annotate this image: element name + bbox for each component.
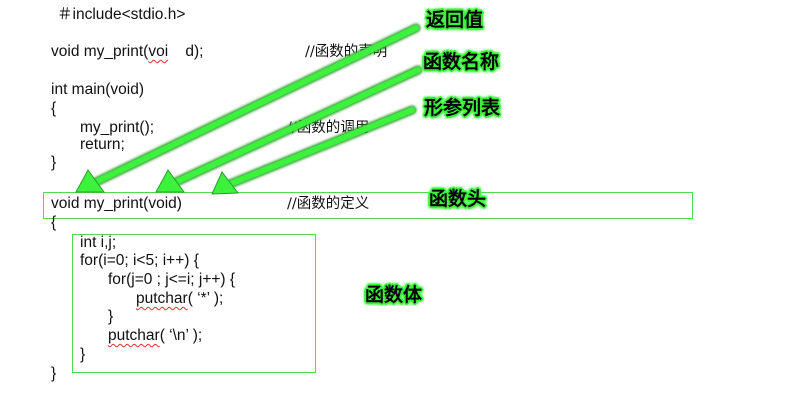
putchar-star-fn: putchar — [136, 290, 188, 307]
main-close-brace: } — [51, 154, 57, 171]
putchar-newline-fn: putchar — [108, 327, 160, 344]
include-line: ＃include<stdio.h> — [57, 6, 186, 23]
return-value-label: 返回值 — [426, 9, 484, 31]
main-signature: int main(void) — [51, 81, 145, 98]
putchar-star-args: ( ‘*’ ); — [187, 290, 224, 307]
slide-canvas: ＃include<stdio.h> void my_print(voi d); … — [0, 0, 799, 400]
declaration-line: void my_print(voi d); — [51, 43, 204, 61]
definition-open-brace: { — [51, 214, 57, 231]
function-name-label: 函数名称 — [423, 51, 500, 73]
definition-line: void my_print(void) — [51, 195, 182, 212]
function-body-label: 函数体 — [365, 284, 423, 306]
declaration-voi: voi — [148, 43, 169, 60]
body-declaration: int i,j; — [80, 234, 117, 251]
declaration-suffix: d); — [168, 43, 204, 60]
outer-for-line: for(i=0; i<5; i++) { — [80, 252, 199, 269]
putchar-newline-line: putchar( ‘\n’ ); — [108, 327, 202, 345]
function-header-label: 函数头 — [429, 188, 487, 210]
call-line: my_print(); — [80, 119, 155, 136]
declaration-prefix: void my_print( — [51, 43, 149, 60]
putchar-newline-args: ( ‘\n’ ); — [159, 327, 203, 344]
parameter-list-label: 形参列表 — [424, 97, 501, 119]
main-open-brace: { — [51, 100, 57, 117]
definition-comment: //函数的定义 — [287, 196, 370, 212]
call-comment: //函数的调用 — [287, 120, 370, 136]
definition-close-brace: } — [51, 365, 57, 382]
putchar-star-line: putchar( ‘*’ ); — [136, 290, 223, 308]
return-line: return; — [80, 136, 125, 153]
inner-for-close: } — [108, 308, 114, 325]
outer-for-close: } — [80, 346, 86, 363]
declaration-comment: //函数的声明 — [305, 44, 388, 60]
inner-for-line: for(j=0 ; j<=i; j++) { — [108, 271, 236, 288]
